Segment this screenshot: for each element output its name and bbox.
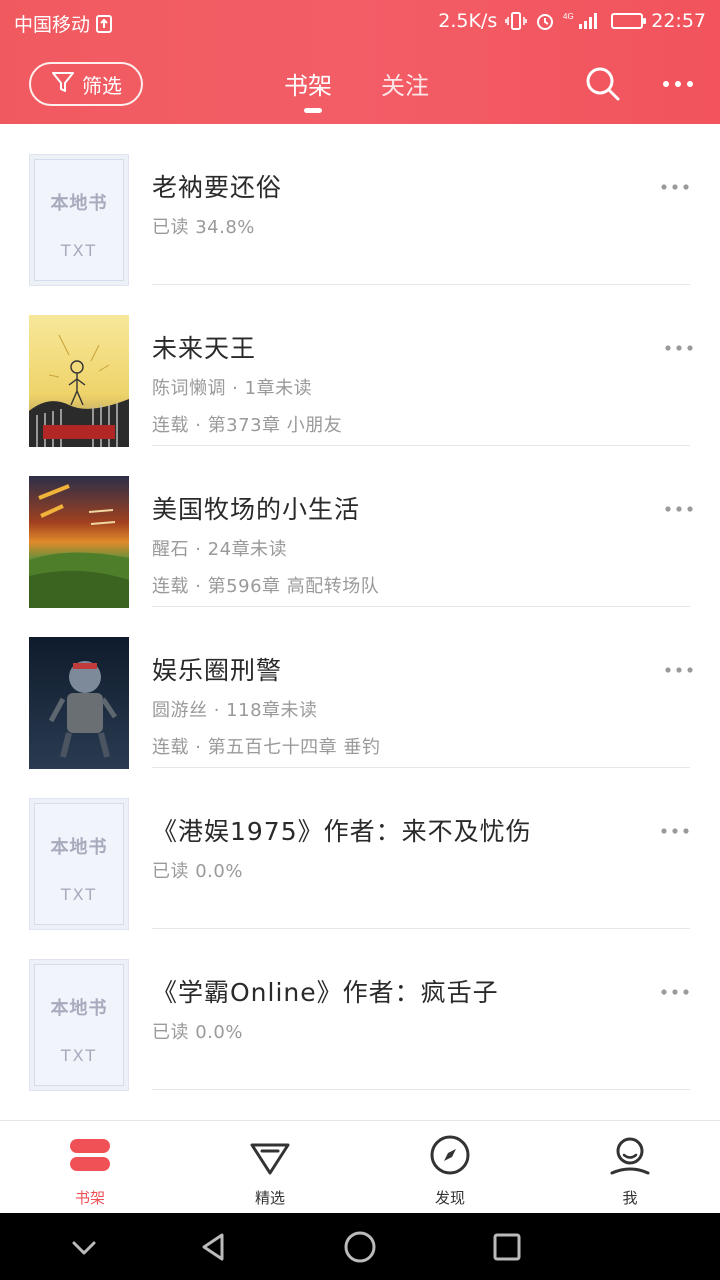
more-icon — [661, 989, 689, 995]
vibrate-icon — [505, 11, 528, 31]
book-title: 老衲要还俗 — [152, 173, 283, 202]
book-item[interactable]: 本地书 TXT 《学霸Online》作者：疯舌子 已读 0.0% — [0, 929, 720, 1091]
tab-follow[interactable]: 关注 — [381, 66, 429, 101]
search-icon — [586, 67, 620, 101]
bottom-nav: 书架 精选 发现 我 — [0, 1120, 720, 1213]
network-speed: 2.5K/s — [438, 10, 498, 32]
book-more-button[interactable] — [658, 179, 692, 193]
status-bar: 中国移动 2.5K/s 4G 22:57 — [0, 0, 720, 46]
book-title: 《港娱1975》作者：来不及忧伤 — [152, 817, 532, 846]
clock: 22:57 — [651, 10, 706, 32]
more-icon — [665, 345, 693, 351]
system-nav-bar — [0, 1213, 720, 1280]
book-progress: 已读 0.0% — [152, 861, 243, 882]
book-author-unread: 陈词懒调 · 1章未读 — [152, 378, 313, 399]
recents-button[interactable] — [487, 1227, 527, 1267]
collapse-button[interactable] — [64, 1227, 104, 1267]
back-triangle-icon — [202, 1233, 224, 1261]
book-title: 娱乐圈刑警 — [152, 656, 283, 685]
recents-square-icon — [493, 1233, 521, 1261]
nav-label: 精选 — [254, 1189, 285, 1207]
more-icon — [663, 81, 693, 87]
nav-bookshelf[interactable]: 书架 — [0, 1121, 180, 1214]
upload-icon — [96, 14, 113, 33]
book-title: 美国牧场的小生活 — [152, 495, 361, 524]
home-circle-icon — [344, 1231, 376, 1263]
book-item[interactable]: 未来天王 陈词懒调 · 1章未读 连载 · 第373章 小朋友 — [0, 285, 720, 447]
nav-featured[interactable]: 精选 — [180, 1121, 360, 1214]
nav-profile[interactable]: 我 — [540, 1121, 720, 1214]
nav-discover[interactable]: 发现 — [360, 1121, 540, 1214]
search-button[interactable] — [583, 64, 623, 104]
toolbar: 筛选 书架 关注 — [0, 46, 720, 124]
more-icon — [661, 828, 689, 834]
cover-type: TXT — [60, 241, 98, 260]
book-progress: 已读 0.0% — [152, 1022, 243, 1043]
book-author-unread: 圆游丝 · 118章未读 — [152, 700, 318, 721]
book-more-button[interactable] — [662, 340, 696, 354]
divider — [152, 1089, 690, 1090]
cover-type: TXT — [60, 1046, 98, 1065]
book-progress: 已读 34.8% — [152, 217, 255, 238]
book-cover — [29, 315, 129, 447]
book-cover: 本地书 TXT — [29, 154, 129, 286]
book-item[interactable]: 美国牧场的小生活 醒石 · 24章未读 连载 · 第596章 高配转场队 — [0, 446, 720, 608]
cover-title: 本地书 — [50, 193, 108, 214]
book-latest-chapter: 连载 · 第五百七十四章 垂钓 — [152, 737, 381, 758]
battery-icon — [611, 13, 647, 29]
book-item[interactable]: 本地书 TXT 老衲要还俗 已读 34.8% — [0, 124, 720, 286]
book-cover: 本地书 TXT — [29, 798, 129, 930]
more-icon — [665, 506, 693, 512]
book-more-button[interactable] — [658, 984, 692, 998]
book-cover — [29, 476, 129, 608]
alarm-icon — [535, 11, 555, 31]
book-cover: 本地书 TXT — [29, 959, 129, 1091]
active-tab-indicator — [304, 108, 322, 113]
book-title: 《学霸Online》作者：疯舌子 — [152, 978, 499, 1007]
back-button[interactable] — [194, 1227, 234, 1267]
book-more-button[interactable] — [658, 823, 692, 837]
home-button[interactable] — [340, 1227, 380, 1267]
book-cover — [29, 637, 129, 769]
diamond-icon — [248, 1133, 292, 1177]
book-item[interactable]: 本地书 TXT 《港娱1975》作者：来不及忧伤 已读 0.0% — [0, 768, 720, 930]
cover-type: TXT — [60, 885, 98, 904]
tab-bookshelf[interactable]: 书架 — [284, 66, 332, 101]
more-icon — [661, 184, 689, 190]
book-latest-chapter: 连载 · 第596章 高配转场队 — [152, 576, 380, 597]
nav-label: 我 — [622, 1189, 638, 1207]
book-author-unread: 醒石 · 24章未读 — [152, 539, 288, 560]
header: 中国移动 2.5K/s 4G 22:57 筛选 书架 关注 — [0, 0, 720, 124]
chevron-down-icon — [72, 1241, 96, 1255]
book-title: 未来天王 — [152, 334, 257, 363]
more-options-button[interactable] — [660, 74, 696, 94]
compass-icon — [428, 1133, 472, 1177]
book-latest-chapter: 连载 · 第373章 小朋友 — [152, 415, 343, 436]
book-more-button[interactable] — [662, 501, 696, 515]
signal-icon: 4G — [563, 11, 603, 31]
svg-text:4G: 4G — [563, 12, 574, 21]
cover-title: 本地书 — [50, 998, 108, 1019]
book-list: 本地书 TXT 老衲要还俗 已读 34.8% 未来天王 陈词懒调 · 1章未读 … — [0, 124, 720, 1120]
nav-label: 发现 — [434, 1189, 465, 1207]
more-icon — [665, 667, 693, 673]
nav-label: 书架 — [74, 1189, 105, 1207]
book-more-button[interactable] — [662, 662, 696, 676]
book-item[interactable]: 娱乐圈刑警 圆游丝 · 118章未读 连载 · 第五百七十四章 垂钓 — [0, 607, 720, 769]
bookshelf-icon — [68, 1133, 112, 1177]
profile-icon — [608, 1133, 652, 1177]
carrier-label: 中国移动 — [14, 14, 91, 36]
cover-title: 本地书 — [50, 837, 108, 858]
